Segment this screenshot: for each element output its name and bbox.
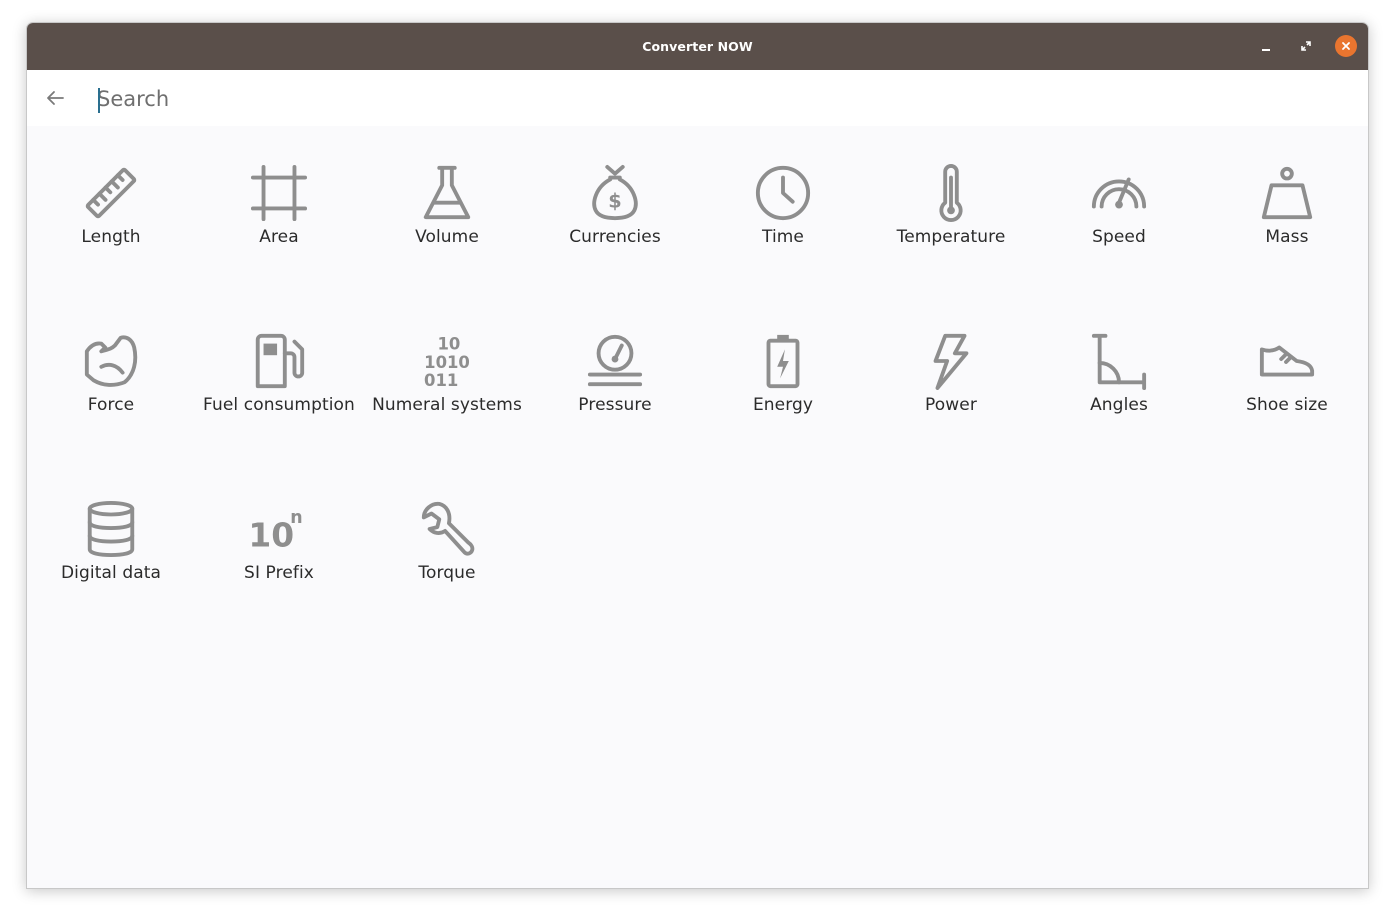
thermometer-icon	[921, 164, 981, 222]
database-icon	[81, 500, 141, 558]
search-bar	[27, 70, 1368, 126]
svg-text:011: 011	[424, 371, 458, 390]
binary-icon: 10 1010 011	[417, 332, 477, 390]
category-label: Torque	[418, 563, 476, 583]
angle-icon	[1089, 332, 1149, 390]
category-label: Shoe size	[1246, 395, 1328, 415]
category-angles[interactable]: Angles	[1035, 294, 1203, 415]
category-length[interactable]: Length	[27, 126, 195, 247]
arm-flex-icon	[81, 332, 141, 390]
category-time[interactable]: Time	[699, 126, 867, 247]
category-label: Currencies	[569, 227, 661, 247]
category-power[interactable]: Power	[867, 294, 1035, 415]
minimize-button[interactable]	[1255, 35, 1277, 57]
category-fuel-consumption[interactable]: Fuel consumption	[195, 294, 363, 415]
svg-text:1010: 1010	[424, 353, 470, 372]
svg-text:$: $	[608, 190, 621, 213]
category-label: Speed	[1092, 227, 1146, 247]
close-icon	[1342, 42, 1350, 50]
category-shoe-size[interactable]: Shoe size	[1203, 294, 1368, 415]
arrow-back-icon	[47, 91, 64, 105]
category-label: Force	[87, 395, 135, 415]
close-button[interactable]	[1335, 35, 1357, 57]
category-numeral-systems[interactable]: 10 1010 011 Numeral systems	[363, 294, 531, 415]
category-label: Time	[761, 227, 804, 247]
text-cursor	[98, 88, 100, 113]
back-button[interactable]	[41, 84, 69, 112]
category-speed[interactable]: Speed	[1035, 126, 1203, 247]
power-of-ten-icon: 10 n	[249, 500, 309, 558]
gauge-icon	[585, 332, 645, 390]
category-label: Digital data	[60, 563, 162, 583]
fuel-pump-icon	[249, 332, 309, 390]
category-label: Pressure	[578, 395, 652, 415]
svg-text:10: 10	[438, 334, 461, 353]
category-area[interactable]: Area	[195, 126, 363, 247]
svg-text:10: 10	[250, 515, 294, 554]
minimize-icon	[1262, 49, 1270, 51]
lightning-icon	[921, 332, 981, 390]
category-label: Fuel consumption	[203, 395, 355, 415]
search-input[interactable]	[97, 82, 1297, 116]
category-mass[interactable]: Mass	[1203, 126, 1368, 247]
category-label: Temperature	[896, 227, 1006, 247]
category-digital-data[interactable]: Digital data	[27, 462, 195, 583]
app-window: Converter NOW Search Length Area Volume …	[26, 22, 1369, 889]
battery-charging-icon	[753, 332, 813, 390]
category-label: Volume	[415, 227, 479, 247]
clock-icon	[753, 164, 813, 222]
category-label: Power	[925, 395, 977, 415]
category-si-prefix[interactable]: 10 n SI Prefix	[195, 462, 363, 583]
speedometer-icon	[1089, 164, 1149, 222]
category-currencies[interactable]: $ Currencies	[531, 126, 699, 247]
category-label: Mass	[1265, 227, 1309, 247]
category-label: Numeral systems	[372, 395, 522, 415]
category-label: SI Prefix	[244, 563, 314, 583]
category-label: Angles	[1090, 395, 1148, 415]
weight-icon	[1257, 164, 1317, 222]
category-label: Length	[81, 227, 141, 247]
category-temperature[interactable]: Temperature	[867, 126, 1035, 247]
wrench-icon	[417, 500, 477, 558]
maximize-button[interactable]	[1295, 35, 1317, 57]
shoe-icon	[1257, 332, 1317, 390]
crop-square-icon	[249, 164, 309, 222]
title-bar[interactable]: Converter NOW	[27, 23, 1368, 70]
flask-icon	[417, 164, 477, 222]
category-volume[interactable]: Volume	[363, 126, 531, 247]
money-bag-icon: $	[585, 164, 645, 222]
restore-icon	[1301, 41, 1311, 51]
category-label: Energy	[752, 395, 814, 415]
category-pressure[interactable]: Pressure	[531, 294, 699, 415]
category-energy[interactable]: Energy	[699, 294, 867, 415]
svg-text:n: n	[290, 508, 302, 528]
category-label: Area	[259, 227, 299, 247]
category-torque[interactable]: Torque	[363, 462, 531, 583]
ruler-icon	[81, 164, 141, 222]
window-title: Converter NOW	[642, 39, 753, 54]
category-force[interactable]: Force	[27, 294, 195, 415]
